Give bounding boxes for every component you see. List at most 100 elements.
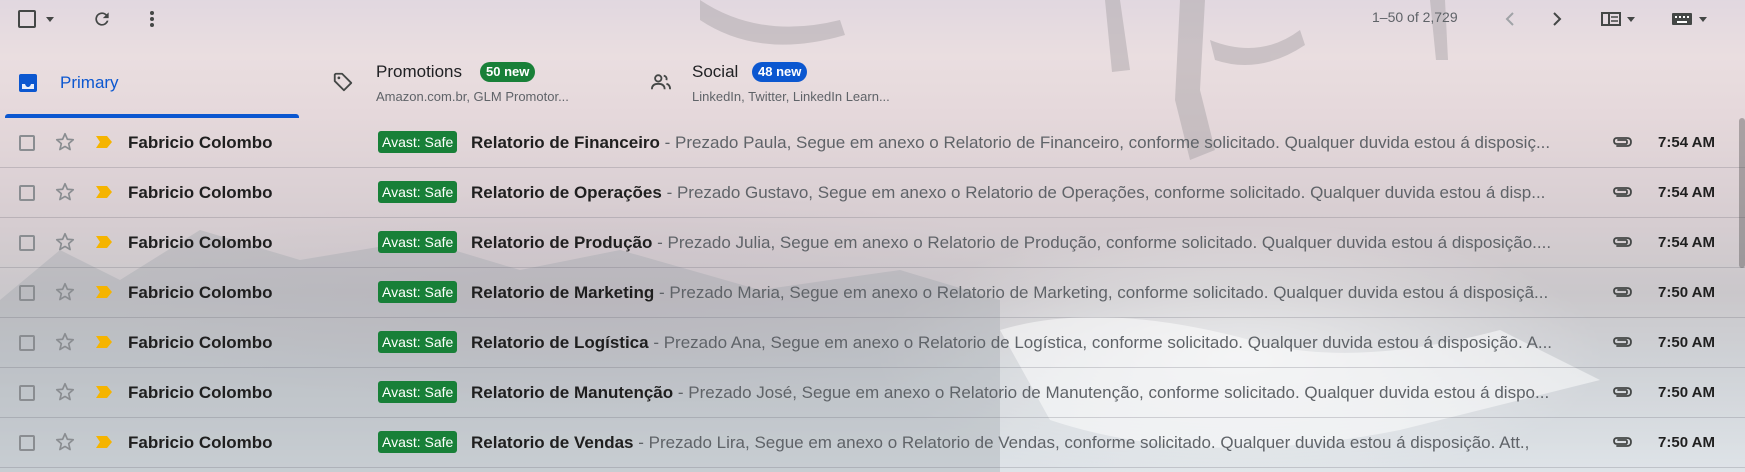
row-select-checkbox[interactable]	[19, 235, 35, 251]
received-time: 7:50 AM	[1658, 384, 1715, 401]
email-row[interactable]: Fabricio Colombo Avast: Safe Relatorio d…	[0, 168, 1745, 218]
email-summary: Relatorio de Produção - Prezado Julia, S…	[471, 233, 1597, 253]
email-snippet: - Prezado Ana, Segue em anexo o Relatori…	[648, 333, 1553, 352]
email-summary: Relatorio de Marketing - Prezado Maria, …	[471, 283, 1597, 303]
avast-safe-tag: Avast: Safe	[378, 181, 458, 203]
star-icon[interactable]	[54, 331, 76, 358]
important-marker-icon[interactable]	[95, 285, 113, 304]
email-snippet: - Prezado Gustavo, Segue em anexo o Rela…	[661, 183, 1546, 202]
important-marker-icon[interactable]	[95, 385, 113, 404]
star-icon[interactable]	[54, 131, 76, 158]
avast-safe-tag: Avast: Safe	[378, 381, 458, 403]
row-select-checkbox[interactable]	[19, 135, 35, 151]
sender-name: Fabricio Colombo	[128, 183, 273, 202]
tab-primary[interactable]: Primary	[0, 48, 300, 118]
email-subject: Relatorio de Vendas	[471, 433, 634, 452]
attachment-icon	[1611, 284, 1633, 305]
email-row[interactable]: Fabricio Colombo Avast: Safe Relatorio d…	[0, 368, 1745, 418]
attachment-icon	[1611, 434, 1633, 455]
chevron-left-icon[interactable]	[1500, 8, 1520, 30]
toolbar: 1–50 of 2,729	[0, 0, 1745, 38]
received-time: 7:50 AM	[1658, 284, 1715, 301]
email-subject: Relatorio de Financeiro	[471, 133, 660, 152]
avast-safe-tag: Avast: Safe	[378, 431, 458, 453]
email-snippet: - Prezado Julia, Segue em anexo o Relato…	[652, 233, 1552, 252]
row-select-checkbox[interactable]	[19, 185, 35, 201]
chevron-down-icon[interactable]	[44, 14, 56, 24]
more-vert-icon[interactable]	[142, 8, 162, 30]
attachment-icon	[1611, 384, 1633, 405]
avast-safe-tag: Avast: Safe	[378, 131, 458, 153]
received-time: 7:50 AM	[1658, 434, 1715, 451]
row-select-checkbox[interactable]	[19, 435, 35, 451]
row-select-checkbox[interactable]	[19, 285, 35, 301]
tab-social-senders: LinkedIn, Twitter, LinkedIn Learn...	[692, 89, 890, 104]
social-new-badge: 48 new	[752, 62, 808, 82]
email-subject: Relatorio de Produção	[471, 233, 653, 252]
star-icon[interactable]	[54, 181, 76, 208]
keyboard-icon[interactable]	[1667, 10, 1711, 28]
chevron-right-icon[interactable]	[1547, 8, 1567, 30]
email-subject: Relatorio de Operações	[471, 183, 662, 202]
tab-promotions[interactable]: Promotions 50 new Amazon.com.br, GLM Pro…	[300, 48, 620, 118]
attachment-icon	[1611, 184, 1633, 205]
split-pane-icon[interactable]	[1597, 10, 1639, 28]
sender-name: Fabricio Colombo	[128, 133, 273, 152]
sender-name: Fabricio Colombo	[128, 383, 273, 402]
important-marker-icon[interactable]	[95, 135, 113, 154]
select-all-checkbox[interactable]	[16, 8, 38, 30]
email-snippet: - Prezado Lira, Segue em anexo o Relator…	[633, 433, 1530, 452]
tab-social[interactable]: Social 48 new LinkedIn, Twitter, LinkedI…	[620, 48, 950, 118]
email-subject: Relatorio de Marketing	[471, 283, 655, 302]
attachment-icon	[1611, 134, 1633, 155]
star-icon[interactable]	[54, 381, 76, 408]
email-row[interactable]: Fabricio Colombo Avast: Safe Relatorio d…	[0, 118, 1745, 168]
email-subject: Relatorio de Manutenção	[471, 383, 674, 402]
email-summary: Relatorio de Vendas - Prezado Lira, Segu…	[471, 433, 1597, 453]
row-select-checkbox[interactable]	[19, 335, 35, 351]
email-summary: Relatorio de Logística - Prezado Ana, Se…	[471, 333, 1597, 353]
tab-primary-label: Primary	[60, 73, 119, 92]
received-time: 7:50 AM	[1658, 334, 1715, 351]
attachment-icon	[1611, 334, 1633, 355]
tab-social-label: Social	[692, 62, 739, 81]
star-icon[interactable]	[54, 431, 76, 458]
email-row[interactable]: Fabricio Colombo Avast: Safe Relatorio d…	[0, 268, 1745, 318]
avast-safe-tag: Avast: Safe	[378, 231, 458, 253]
people-icon	[650, 72, 672, 97]
email-snippet: - Prezado Maria, Segue em anexo o Relato…	[654, 283, 1549, 302]
email-row[interactable]: Fabricio Colombo Avast: Safe Relatorio d…	[0, 218, 1745, 268]
sender-name: Fabricio Colombo	[128, 283, 273, 302]
email-row[interactable]: Fabricio Colombo Avast: Safe Relatorio d…	[0, 318, 1745, 368]
received-time: 7:54 AM	[1658, 234, 1715, 251]
important-marker-icon[interactable]	[95, 335, 113, 354]
tag-icon	[332, 71, 354, 98]
email-subject: Relatorio de Logística	[471, 333, 649, 352]
promotions-new-badge: 50 new	[480, 62, 536, 82]
important-marker-icon[interactable]	[95, 235, 113, 254]
pagination-count: 1–50 of 2,729	[1372, 9, 1458, 25]
scrollbar[interactable]	[1739, 118, 1745, 268]
attachment-icon	[1611, 234, 1633, 255]
sender-name: Fabricio Colombo	[128, 233, 273, 252]
star-icon[interactable]	[54, 281, 76, 308]
email-snippet: - Prezado José, Segue em anexo o Relator…	[673, 383, 1550, 402]
star-icon[interactable]	[54, 231, 76, 258]
email-summary: Relatorio de Financeiro - Prezado Paula,…	[471, 133, 1597, 153]
important-marker-icon[interactable]	[95, 185, 113, 204]
email-list: Fabricio Colombo Avast: Safe Relatorio d…	[0, 118, 1745, 468]
important-marker-icon[interactable]	[95, 435, 113, 454]
inbox-icon	[18, 73, 38, 98]
tab-promotions-label: Promotions	[376, 62, 462, 81]
category-tabs: Primary Promotions 50 new Amazon.com.br,…	[0, 48, 1745, 118]
email-snippet: - Prezado Paula, Segue em anexo o Relato…	[659, 133, 1551, 152]
sender-name: Fabricio Colombo	[128, 333, 273, 352]
email-summary: Relatorio de Operações - Prezado Gustavo…	[471, 183, 1597, 203]
email-summary: Relatorio de Manutenção - Prezado José, …	[471, 383, 1597, 403]
refresh-icon[interactable]	[91, 8, 113, 30]
received-time: 7:54 AM	[1658, 134, 1715, 151]
row-select-checkbox[interactable]	[19, 385, 35, 401]
email-row[interactable]: Fabricio Colombo Avast: Safe Relatorio d…	[0, 418, 1745, 468]
avast-safe-tag: Avast: Safe	[378, 281, 458, 303]
mail-list-pane: 1–50 of 2,729 Primary Promotions 50 new …	[0, 0, 1745, 472]
